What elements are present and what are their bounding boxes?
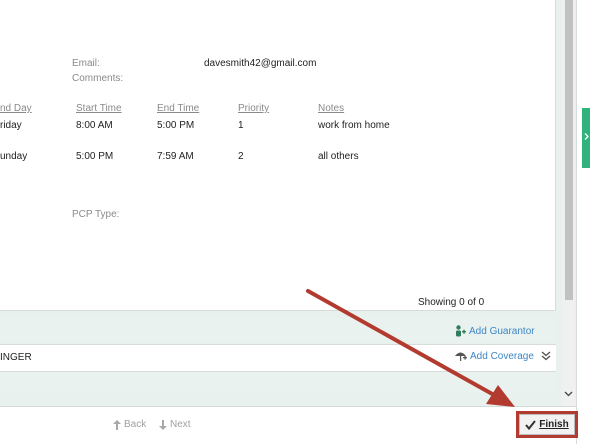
annotation-arrow (306, 289, 515, 407)
